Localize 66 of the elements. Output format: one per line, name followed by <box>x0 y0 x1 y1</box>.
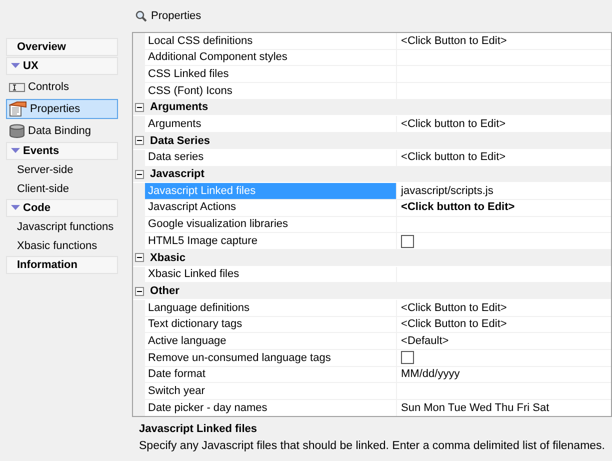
database-icon <box>9 124 25 138</box>
property-name[interactable]: Data series <box>145 150 398 166</box>
value-cell[interactable] <box>397 216 611 234</box>
checkbox[interactable] <box>401 234 414 248</box>
sidebar-header[interactable]: Overview <box>6 38 118 56</box>
property-name[interactable]: Additional Component styles <box>145 50 398 66</box>
description-title: Javascript Linked files <box>139 422 258 437</box>
value-cell[interactable]: Sun Mon Tue Wed Thu Fri Sat <box>397 400 611 416</box>
property-name[interactable]: HTML5 Image capture <box>145 233 398 250</box>
sidebar-item[interactable]: Xbasic functions <box>6 237 118 256</box>
category-heading: Other <box>149 284 180 299</box>
properties-icon <box>9 101 27 117</box>
value-cell[interactable] <box>397 233 611 250</box>
property-name[interactable]: Switch year <box>145 383 398 400</box>
value-cell[interactable]: <Click Button to Edit> <box>397 300 611 317</box>
value-cell[interactable] <box>397 50 611 66</box>
property-name[interactable]: Google visualization libraries <box>145 216 398 234</box>
value-cell[interactable]: <Click button to Edit> <box>397 200 611 217</box>
sidebar-header[interactable]: Information <box>6 256 118 274</box>
sidebar-section[interactable]: Code <box>6 199 118 217</box>
value-cell[interactable] <box>397 83 611 100</box>
sidebar-item[interactable]: Properties <box>6 99 118 119</box>
sidebar-item[interactable]: Controls <box>6 77 118 97</box>
category-heading: Xbasic <box>149 250 186 266</box>
value-cell[interactable] <box>397 66 611 84</box>
category-heading: Arguments <box>149 100 208 116</box>
value-cell[interactable] <box>397 266 611 284</box>
value-cell[interactable]: <Click button to Edit> <box>397 150 611 166</box>
checkbox[interactable] <box>401 351 414 364</box>
sidebar-item[interactable]: Server-side <box>6 161 118 180</box>
property-name[interactable]: CSS (Font) Icons <box>145 83 398 100</box>
property-name[interactable]: Date picker - day names <box>145 400 398 416</box>
property-name[interactable]: Text dictionary tags <box>145 316 398 334</box>
property-name[interactable]: Language definitions <box>145 300 398 317</box>
panel-title: Properties <box>151 8 202 24</box>
property-name[interactable]: Active language <box>145 333 398 350</box>
collapse-icon[interactable] <box>134 253 144 262</box>
property-name[interactable]: Javascript Actions <box>145 200 398 217</box>
collapse-icon[interactable] <box>134 170 144 179</box>
property-name[interactable]: Remove un-consumed language tags <box>145 350 398 367</box>
collapse-icon[interactable] <box>134 136 144 146</box>
value-cell[interactable]: <Click button to Edit> <box>397 116 611 134</box>
property-name[interactable]: CSS Linked files <box>145 66 398 84</box>
text-field-icon <box>9 81 25 93</box>
collapse-icon[interactable] <box>134 103 144 112</box>
sidebar-item[interactable]: Data Binding <box>6 121 118 141</box>
search-icon <box>135 10 148 22</box>
description-text: Specify any Javascript files that should be linked. Enter a comma delimited list of filenames. <box>139 438 605 454</box>
value-cell[interactable]: <Click Button to Edit> <box>397 316 611 334</box>
value-cell[interactable]: javascript/scripts.js <box>397 183 611 200</box>
collapse-icon[interactable] <box>134 286 144 296</box>
value-cell[interactable] <box>397 383 611 400</box>
value-cell[interactable] <box>397 350 611 367</box>
value-cell[interactable]: MM/dd/yyyy <box>397 366 611 384</box>
value-cell[interactable]: <Click Button to Edit> <box>397 33 611 50</box>
sidebar-section[interactable]: UX <box>6 57 118 75</box>
property-name[interactable]: Arguments <box>145 116 398 134</box>
property-name[interactable]: Xbasic Linked files <box>145 266 398 284</box>
property-name[interactable]: Date format <box>145 366 398 384</box>
category-heading: Javascript <box>149 167 204 182</box>
sidebar-item[interactable]: Client-side <box>6 180 118 199</box>
sidebar-item[interactable]: Javascript functions <box>6 218 118 237</box>
property-name[interactable]: Local CSS definitions <box>145 33 398 50</box>
sidebar-section[interactable]: Events <box>6 142 118 160</box>
value-cell[interactable]: <Default> <box>397 333 611 350</box>
category-heading: Data Series <box>149 134 210 149</box>
